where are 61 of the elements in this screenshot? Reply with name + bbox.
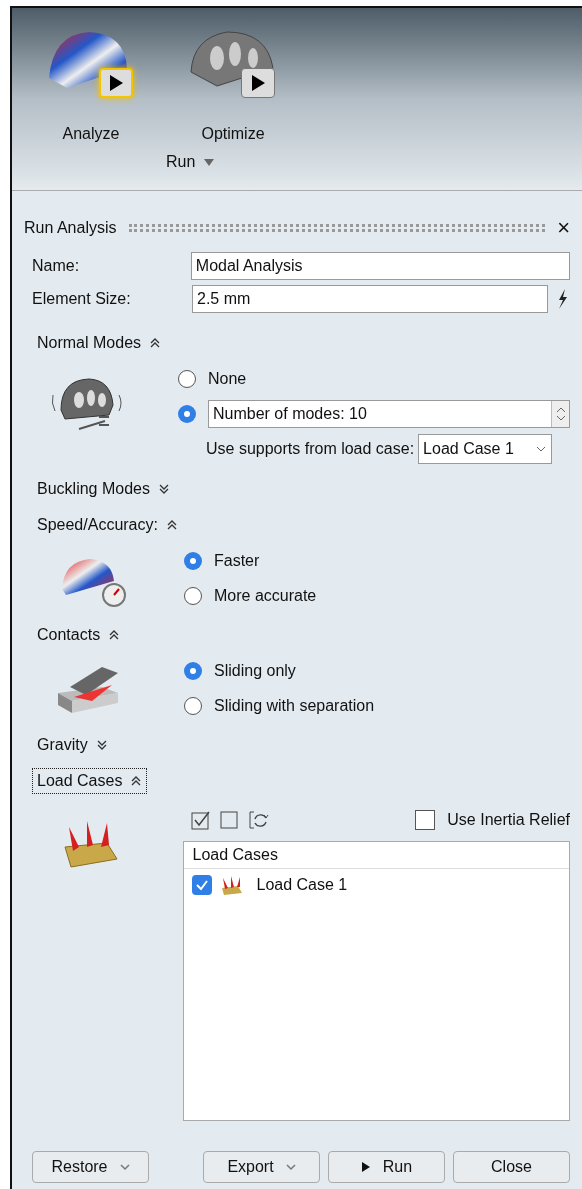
close-button[interactable]: × <box>557 217 570 239</box>
section-title: Speed/Accuracy: <box>37 515 158 535</box>
lightning-icon[interactable] <box>556 287 568 310</box>
check-all-icon[interactable] <box>191 810 212 830</box>
field-label: Name: <box>32 255 81 276</box>
radio-button[interactable] <box>184 696 202 715</box>
checkmark-icon <box>195 878 210 892</box>
expand-icon[interactable] <box>157 483 170 495</box>
expand-icon[interactable] <box>95 739 108 751</box>
supports-label: Use supports from load case: <box>206 439 415 459</box>
footer-button[interactable]: Run <box>328 1151 445 1183</box>
section-header[interactable]: Normal Modes <box>32 330 167 356</box>
radio-button[interactable] <box>178 404 196 423</box>
radio-button[interactable] <box>184 661 202 680</box>
drag-handle[interactable] <box>128 224 546 232</box>
radio-label: Faster <box>214 550 260 571</box>
number-spinner[interactable]: Number of modes: 10 <box>208 399 570 428</box>
chevron-down-icon[interactable] <box>535 444 548 454</box>
chevron-down-icon <box>285 1163 296 1171</box>
radio-label: Sliding only <box>214 660 296 681</box>
item-checkbox[interactable] <box>192 875 213 895</box>
footer-button[interactable]: Close <box>453 1151 570 1183</box>
section-header[interactable]: Load Cases <box>32 768 148 794</box>
section-title: Normal Modes <box>37 333 142 353</box>
section-header[interactable]: Speed/Accuracy: <box>32 512 183 538</box>
radio-label: More accurate <box>214 585 317 606</box>
list-item[interactable]: Load Case 1 <box>184 869 569 901</box>
group-label: Run <box>166 152 196 172</box>
text-field[interactable]: 2.5 mm <box>192 284 548 313</box>
radio-button[interactable] <box>184 551 202 570</box>
list-header: Load Cases <box>184 842 569 869</box>
field-label: Element Size: <box>32 288 132 309</box>
radio-label: None <box>208 368 247 389</box>
ribbon-tool-button[interactable]: Optimize <box>178 24 288 146</box>
collapse-icon[interactable] <box>149 337 162 349</box>
uncheck-all-icon[interactable] <box>219 810 240 830</box>
play-icon <box>360 1161 371 1173</box>
radio-button[interactable] <box>184 586 202 605</box>
section-header[interactable]: Contacts <box>32 622 126 648</box>
panel-title: Run Analysis <box>24 218 117 238</box>
section-title: Contacts <box>37 625 101 645</box>
collapse-icon[interactable] <box>108 629 121 641</box>
ribbon-tool-button[interactable]: Analyze <box>36 24 146 146</box>
section-header[interactable]: Buckling Modes <box>32 476 175 502</box>
chevron-down-icon <box>119 1163 130 1171</box>
radio-button[interactable] <box>178 369 196 388</box>
checkbox-label: Use Inertia Relief <box>447 810 570 830</box>
refresh-icon[interactable] <box>247 809 270 831</box>
radio-label: Sliding with separation <box>214 695 375 716</box>
inertia-relief-checkbox[interactable] <box>415 810 436 830</box>
collapse-icon[interactable] <box>165 519 178 531</box>
text-field[interactable]: Modal Analysis <box>190 251 570 280</box>
section-title: Buckling Modes <box>37 479 150 499</box>
footer-button[interactable]: Export <box>203 1151 320 1183</box>
load-case-dropdown[interactable]: Load Case 1 <box>418 434 553 464</box>
footer-button[interactable]: Restore <box>32 1151 149 1183</box>
collapse-icon[interactable] <box>130 775 143 787</box>
section-header[interactable]: Gravity <box>32 732 113 758</box>
section-title: Load Cases <box>37 771 123 791</box>
caret-icon[interactable] <box>203 157 216 167</box>
section-title: Gravity <box>37 735 88 755</box>
